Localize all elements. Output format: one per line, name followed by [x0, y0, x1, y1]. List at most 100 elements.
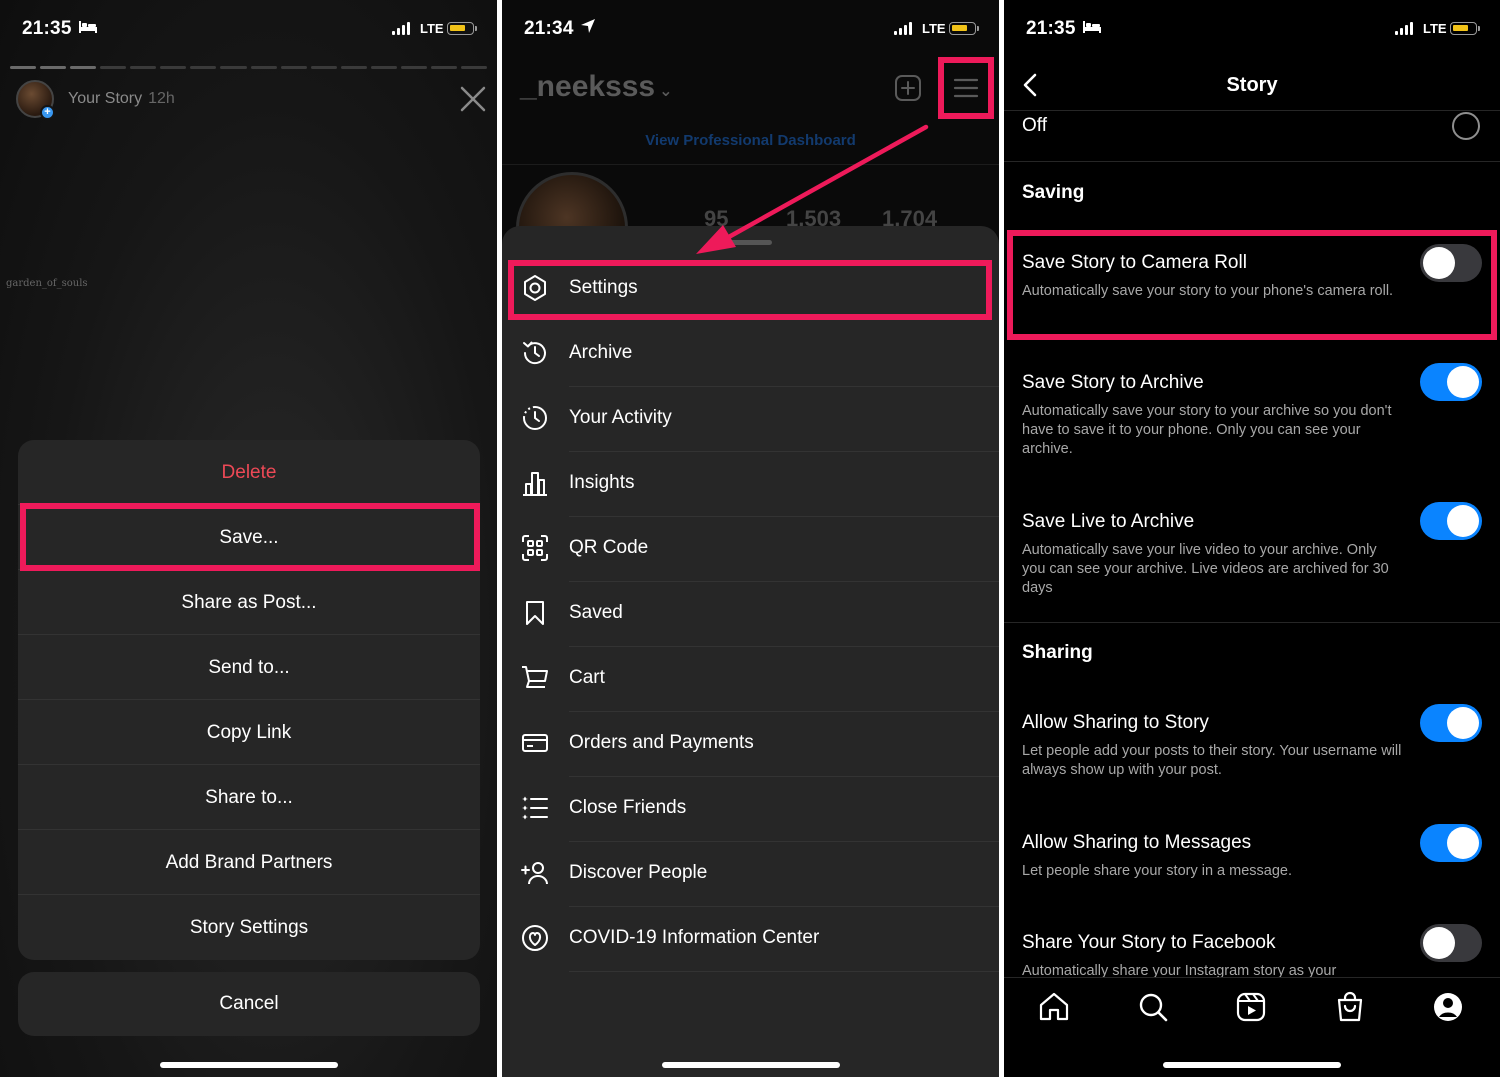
menu-item-label: Cart [569, 667, 605, 688]
toggle-save-story-archive[interactable] [1420, 363, 1482, 401]
close-friends-icon [520, 793, 550, 823]
insights-icon [520, 468, 550, 498]
covid-info-icon [520, 923, 550, 953]
profile-menu-sheet: Settings Archive Your Activity Insights … [502, 226, 999, 1077]
battery-icon [447, 22, 477, 35]
story-user[interactable]: Your Story 12h [68, 90, 175, 108]
menu-item-qr-code[interactable]: QR Code [502, 517, 999, 582]
menu-item-covid-information-center[interactable]: COVID-19 Information Center [502, 907, 999, 972]
professional-dashboard-link[interactable]: View Professional Dashboard [502, 132, 999, 149]
menu-item-close-friends[interactable]: Close Friends [502, 777, 999, 842]
menu-item-label: Settings [569, 277, 638, 298]
status-bar: 21:35 LTE [0, 0, 497, 60]
card-icon [520, 728, 550, 758]
menu-item-label: QR Code [569, 537, 649, 558]
toggle-allow-sharing-story[interactable] [1420, 704, 1482, 742]
setting-title: Allow Sharing to Messages [1022, 832, 1252, 853]
setting-title: Share Your Story to Facebook [1022, 932, 1276, 953]
home-indicator [159, 1062, 338, 1068]
sleep-bed-icon [78, 18, 98, 40]
off-option-label: Off [1022, 115, 1047, 136]
copy-link-button[interactable]: Copy Link [18, 700, 480, 765]
menu-item-cart[interactable]: Cart [502, 647, 999, 712]
menu-item-discover-people[interactable]: Discover People [502, 842, 999, 907]
profile-menu-panel: 21:34 LTE _neeksss ⌄ View Professional Da… [502, 0, 999, 1077]
menu-item-label: Saved [569, 602, 623, 623]
search-icon[interactable] [1136, 990, 1170, 1024]
story-options-sheet: Delete Save... Share as Post... Send to.… [18, 440, 480, 960]
add-story-icon[interactable]: + [40, 105, 55, 120]
toggle-allow-sharing-messages[interactable] [1420, 824, 1482, 862]
chevron-down-icon: ⌄ [659, 83, 673, 100]
divider [1004, 161, 1500, 162]
off-option-radio[interactable] [1452, 112, 1480, 140]
divider [1004, 110, 1500, 111]
menu-item-saved[interactable]: Saved [502, 582, 999, 647]
story-age: 12h [148, 90, 175, 107]
settings-icon [520, 273, 550, 303]
setting-description: Let people add your posts to their story… [1022, 743, 1402, 778]
battery-icon [1450, 22, 1480, 35]
toggle-save-live-archive[interactable] [1420, 502, 1482, 540]
save-button[interactable]: Save... [18, 505, 480, 570]
bookmark-icon [520, 598, 550, 628]
toggle-share-story-facebook[interactable] [1420, 924, 1482, 962]
setting-title: Save Story to Camera Roll [1022, 252, 1247, 273]
hamburger-menu-icon[interactable] [952, 74, 980, 102]
setting-title: Save Live to Archive [1022, 511, 1195, 532]
menu-item-label: Archive [569, 342, 633, 363]
signal-icon [1395, 22, 1413, 35]
setting-save-story-archive: Save Story to Archive Automatically save… [1022, 372, 1402, 459]
sheet-grabber[interactable] [728, 240, 772, 245]
shop-icon[interactable] [1333, 990, 1367, 1024]
add-brand-partners-button[interactable]: Add Brand Partners [18, 830, 480, 895]
send-to-button[interactable]: Send to... [18, 635, 480, 700]
menu-item-your-activity[interactable]: Your Activity [502, 387, 999, 452]
home-indicator [661, 1062, 840, 1068]
qr-code-icon [520, 533, 550, 563]
menu-item-archive[interactable]: Archive [502, 322, 999, 387]
network-type: LTE [420, 21, 444, 36]
menu-item-insights[interactable]: Insights [502, 452, 999, 517]
sleep-bed-icon [1082, 18, 1102, 40]
story-settings-panel: 21:35 LTE Story Off Saving Save Story to… [1004, 0, 1500, 1077]
status-time: 21:35 [1026, 18, 1076, 39]
divider [502, 164, 999, 165]
cancel-button[interactable]: Cancel [18, 972, 480, 1036]
story-watermark: garden_of_souls [6, 278, 88, 289]
new-post-icon[interactable] [894, 74, 922, 102]
home-icon[interactable] [1037, 990, 1071, 1024]
setting-allow-sharing-story: Allow Sharing to Story Let people add yo… [1022, 712, 1402, 780]
menu-item-label: Orders and Payments [569, 732, 754, 753]
signal-icon [894, 22, 912, 35]
menu-item-label: Insights [569, 472, 635, 493]
page-title: Story [1226, 74, 1278, 96]
delete-button[interactable]: Delete [18, 440, 480, 505]
menu-item-settings[interactable]: Settings [502, 257, 999, 322]
share-as-post-button[interactable]: Share as Post... [18, 570, 480, 635]
activity-icon [520, 403, 550, 433]
setting-share-story-facebook: Share Your Story to Facebook Automatical… [1022, 932, 1402, 981]
battery-icon [949, 22, 979, 35]
profile-username[interactable]: _neeksss ⌄ [520, 70, 673, 104]
share-to-button[interactable]: Share to... [18, 765, 480, 830]
divider [1004, 622, 1500, 623]
archive-icon [520, 338, 550, 368]
profile-icon[interactable] [1431, 990, 1465, 1024]
signal-icon [392, 22, 410, 35]
status-bar: 21:34 LTE [502, 0, 999, 60]
reels-icon[interactable] [1234, 990, 1268, 1024]
close-icon[interactable] [456, 82, 490, 116]
username-label: _neeksss [520, 70, 656, 103]
toggle-save-story-camera-roll[interactable] [1420, 244, 1482, 282]
story-settings-button[interactable]: Story Settings [18, 895, 480, 960]
story-user-label: Your Story [68, 90, 143, 107]
menu-item-label: COVID-19 Information Center [569, 927, 820, 948]
menu-item-orders-and-payments[interactable]: Orders and Payments [502, 712, 999, 777]
location-arrow-icon [580, 18, 596, 40]
setting-title: Save Story to Archive [1022, 372, 1204, 393]
section-header-saving: Saving [1022, 182, 1085, 203]
network-type: LTE [922, 21, 946, 36]
setting-description: Automatically save your story to your ph… [1022, 283, 1394, 299]
network-type: LTE [1423, 21, 1447, 36]
